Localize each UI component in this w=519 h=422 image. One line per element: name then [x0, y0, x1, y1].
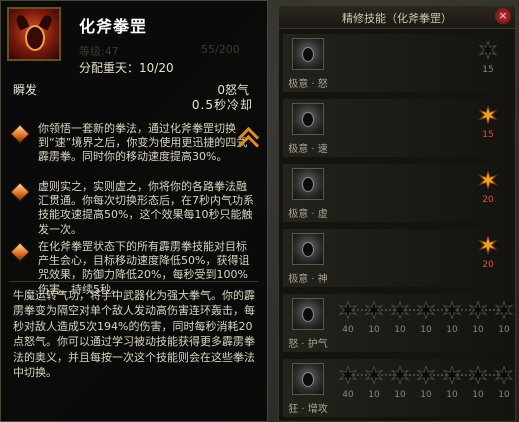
node-cost-label: 10: [498, 325, 510, 335]
panel-title: 精修技能（化斧拳罡）: [342, 12, 452, 25]
skill-row-name: 狂 · 增攻: [288, 404, 328, 415]
ghost-count-text: 55/200: [201, 43, 240, 56]
skill-row: 极意 · 神 20: [283, 229, 511, 289]
star-inactive-icon[interactable]: [416, 364, 436, 386]
star-inactive-icon[interactable]: [390, 364, 410, 386]
node-cost-label: 20: [482, 195, 494, 205]
star-active-icon[interactable]: [478, 104, 498, 126]
skill-icon-face[interactable]: [292, 38, 324, 70]
skill-icon-demon: [7, 7, 61, 61]
star-inactive-icon[interactable]: [416, 299, 436, 321]
skill-tooltip: 化斧拳罡 等级:47 55/200 分配重天：10/20 瞬发 0怒气 0.5秒…: [0, 0, 268, 422]
star-inactive-icon[interactable]: [338, 364, 358, 386]
node-cost-label: 10: [394, 390, 406, 400]
node-cost-label: 20: [482, 260, 494, 270]
skill-icon-face[interactable]: [292, 168, 324, 200]
star-inactive-icon[interactable]: [478, 39, 498, 61]
node-cost-label: 10: [446, 325, 458, 335]
close-button[interactable]: ×: [495, 8, 511, 24]
skill-row: 极意 · 怒 15: [283, 34, 511, 94]
node-cost-label: 10: [394, 325, 406, 335]
skill-icon-face[interactable]: [292, 363, 324, 395]
panel-header: 精修技能（化斧拳罡） ×: [279, 6, 515, 29]
skill-row: 怒 · 护气 40 10 10 10 10 10 10: [283, 294, 514, 354]
cast-type: 瞬发: [13, 83, 38, 97]
node-cost-label: 40: [342, 390, 354, 400]
node-cost-label: 10: [472, 325, 484, 335]
desc-paragraph-2: 虚则实之，实则虚之，你将你的各路拳法融汇贯通。你每次切换形态后，在7秒内气功系技…: [38, 180, 254, 236]
desc-paragraph-1: 你领悟一套新的拳法，通过化斧拳罡切换到“速”境界之后，你变为使用更迅捷的四式霹雳…: [38, 122, 248, 164]
skill-row: 狂 · 增攻 40 10 10 10 10 10 10: [283, 359, 514, 419]
node-cost-label: 10: [420, 325, 432, 335]
star-inactive-icon[interactable]: [494, 299, 514, 321]
node-cost-label: 10: [498, 390, 510, 400]
node-cost-label: 10: [472, 390, 484, 400]
cooldown: 0.5秒冷却: [191, 98, 253, 112]
double-chevron-up-icon: [237, 126, 260, 157]
divider: [9, 281, 259, 282]
star-inactive-icon[interactable]: [442, 364, 462, 386]
star-active-icon[interactable]: [478, 169, 498, 191]
skill-row-name: 极意 · 虚: [288, 209, 328, 220]
bullet-diamond-icon: [10, 124, 30, 144]
skill-row: 极意 · 虚 20: [283, 164, 511, 224]
allocation-text: 分配重天：10/20: [79, 61, 174, 75]
star-inactive-icon[interactable]: [494, 364, 514, 386]
star-inactive-icon[interactable]: [468, 299, 488, 321]
node-cost-label: 10: [420, 390, 432, 400]
star-active-icon[interactable]: [478, 234, 498, 256]
star-inactive-icon[interactable]: [364, 364, 384, 386]
star-inactive-icon[interactable]: [390, 299, 410, 321]
node-cost-label: 15: [482, 130, 494, 140]
skill-row-name: 怒 · 护气: [288, 339, 328, 350]
refine-skill-panel: 精修技能（化斧拳罡） × 极意 · 怒 15 极意 · 速 15 极意 · 虚 20 极意 …: [278, 5, 516, 422]
node-cost-label: 10: [368, 390, 380, 400]
skill-row-name: 极意 · 怒: [288, 79, 328, 90]
node-cost-label: 10: [446, 390, 458, 400]
star-inactive-icon[interactable]: [468, 364, 488, 386]
skill-icon-face[interactable]: [292, 233, 324, 265]
skill-icon-face[interactable]: [292, 298, 324, 330]
node-cost-label: 10: [368, 325, 380, 335]
skill-row: 极意 · 速 15: [283, 99, 511, 159]
star-inactive-icon[interactable]: [338, 299, 358, 321]
bullet-diamond-icon: [10, 242, 30, 262]
skill-lore-text: 牛魔运转气功，将手中武器化为强大拳气。你的霹雳拳变为隔空对单个敌人发动高伤害连环…: [13, 289, 255, 380]
skill-icon-face[interactable]: [292, 103, 324, 135]
skill-title: 化斧拳罡: [79, 17, 148, 36]
star-inactive-icon[interactable]: [442, 299, 462, 321]
ghost-level-text: 等级:47: [79, 45, 119, 58]
star-inactive-icon[interactable]: [364, 299, 384, 321]
node-cost-label: 15: [482, 65, 494, 75]
bullet-diamond-icon: [10, 182, 30, 202]
skill-row-name: 极意 · 神: [288, 274, 328, 285]
skill-row-name: 极意 · 速: [288, 144, 328, 155]
node-cost-label: 40: [342, 325, 354, 335]
